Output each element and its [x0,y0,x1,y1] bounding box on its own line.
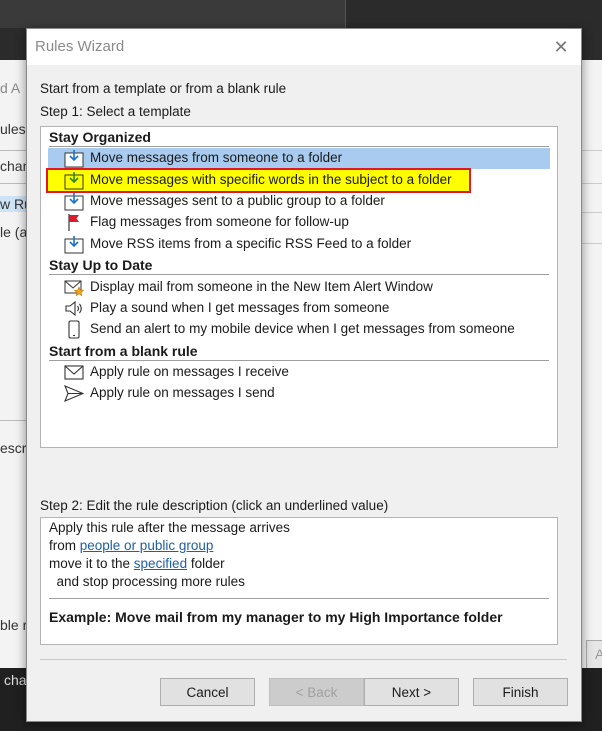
parent-titlebar [0,0,346,28]
dialog-title: Rules Wizard [35,38,125,55]
template-item-label: Send an alert to my mobile device when I… [90,321,515,336]
envelope-icon [64,365,84,380]
cancel-button[interactable]: Cancel [160,678,255,706]
rule-description-box: Apply this rule after the message arrive… [40,517,558,645]
next-button[interactable]: Next > [364,678,459,706]
mail-alert-icon [64,280,84,297]
template-item-play-sound[interactable]: Play a sound when I get messages from so… [48,298,550,319]
template-item-label: Move messages from someone to a folder [90,150,343,165]
parent-fragment: ules [0,121,26,137]
group-header-stay-organized: Stay Organized [49,129,151,145]
template-item-label: Move messages sent to a public group to … [90,193,385,208]
template-item-move-public-group[interactable]: Move messages sent to a public group to … [48,191,550,212]
group-header-blank-rule: Start from a blank rule [49,343,198,359]
parent-fragment: A [595,646,602,662]
template-item-label: Move messages with specific words in the… [90,172,452,187]
template-item-label: Apply rule on messages I receive [90,364,289,379]
description-line: move it to the specified folder [49,556,225,571]
parent-fragment: le (a [0,224,28,240]
people-or-public-group-link[interactable]: people or public group [80,538,214,553]
description-text: from [49,538,80,553]
description-line: and stop processing more rules [49,574,245,589]
group-divider [49,146,549,147]
template-item-label: Move RSS items from a specific RSS Feed … [90,236,412,251]
template-item-apply-receive[interactable]: Apply rule on messages I receive [48,362,550,383]
close-icon[interactable]: ✕ [547,35,575,59]
template-item-apply-send[interactable]: Apply rule on messages I send [48,383,550,404]
template-item-new-item-alert[interactable]: Display mail from someone in the New Ite… [48,277,550,298]
group-divider [49,274,549,275]
template-item-label: Play a sound when I get messages from so… [90,300,390,315]
intro-label: Start from a template or from a blank ru… [40,81,287,96]
parent-divider [580,243,602,244]
description-divider [49,598,549,599]
parent-fragment: cha [4,672,27,688]
template-item-label: Apply rule on messages I send [90,385,275,400]
group-header-stay-up-to-date: Stay Up to Date [49,257,153,273]
description-text: move it to the [49,556,134,571]
speaker-icon [65,300,82,317]
parent-fragment: ble r [0,617,28,633]
rules-wizard-dialog: Rules Wizard ✕ Start from a template or … [26,28,582,722]
example-text: Example: Move mail from my manager to my… [49,609,503,625]
template-item-move-with-words[interactable]: Move messages with specific words in the… [46,168,471,193]
finish-button[interactable]: Finish [473,678,568,706]
description-line: Apply this rule after the message arrive… [49,520,290,535]
mobile-phone-icon [68,320,80,339]
parent-divider [580,183,602,184]
send-icon [64,384,84,403]
parent-button: A [586,640,602,670]
back-button[interactable]: < Back [269,678,364,706]
template-list[interactable]: Stay Organized Move messages from someon… [40,126,558,448]
parent-divider [580,150,602,151]
parent-fragment: d A [0,80,21,96]
move-to-folder-icon [64,236,84,254]
step2-label: Step 2: Edit the rule description (click… [40,498,389,513]
template-item-move-rss[interactable]: Move RSS items from a specific RSS Feed … [48,234,550,255]
step1-label: Step 1: Select a template [40,104,191,119]
description-text: folder [187,556,225,571]
specified-folder-link[interactable]: specified [134,556,187,571]
template-item-move-from-someone[interactable]: Move messages from someone to a folder [48,148,550,169]
template-item-flag-followup[interactable]: Flag messages from someone for follow-up [48,212,550,233]
parent-divider [580,212,602,213]
template-item-label: Flag messages from someone for follow-up [90,214,349,229]
description-line: from people or public group [49,538,213,553]
template-item-label: Display mail from someone in the New Ite… [90,279,433,294]
footer-divider [40,659,567,660]
dialog-titlebar: Rules Wizard ✕ [27,29,581,65]
flag-icon [68,214,79,231]
group-divider [49,360,549,361]
template-item-mobile-alert[interactable]: Send an alert to my mobile device when I… [48,319,550,340]
move-to-folder-icon [64,193,84,211]
move-to-folder-icon [64,172,84,190]
move-to-folder-icon [64,150,84,168]
